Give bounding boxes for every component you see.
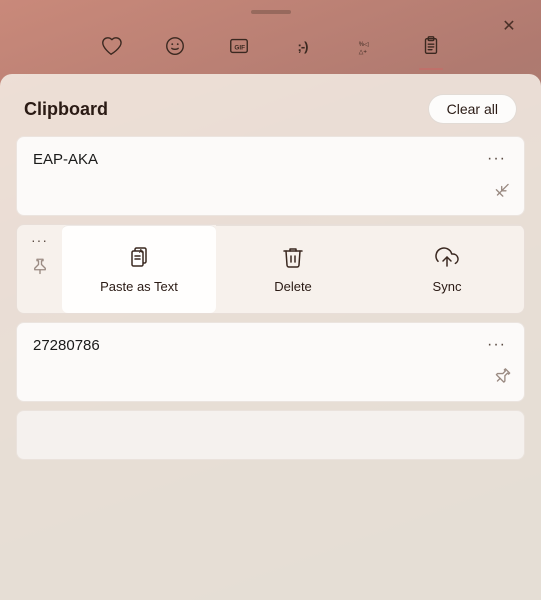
delete-label: Delete [274,279,312,294]
delete-icon [281,245,305,273]
left-controls: ··· [17,225,62,313]
clipboard-list: EAP-AKA ··· ··· [0,136,541,600]
tab-bar: GIF ;-) %◁ △+ [0,20,541,66]
clipboard-item-1: EAP-AKA ··· [16,136,525,216]
svg-text:%◁: %◁ [358,42,368,48]
clip-card-top-1: EAP-AKA ··· [33,151,508,168]
tab-clipboard[interactable] [413,28,449,64]
clipboard-header: Clipboard Clear all [0,74,541,136]
close-button[interactable]: ✕ [495,12,523,40]
more-options-button-2[interactable]: ··· [29,233,50,247]
tab-kaomoji[interactable]: ;-) [285,28,321,64]
expanded-actions: A Paste as Text [62,225,524,313]
sync-label: Sync [433,279,462,294]
clipboard-icon [420,35,442,57]
tab-symbols[interactable]: %◁ △+ [349,28,385,64]
clipboard-item-4 [16,410,525,460]
expanded-row: ··· [17,225,524,313]
paste-as-text-button[interactable]: A Paste as Text [62,225,216,313]
delete-button[interactable]: Delete [216,225,370,313]
sync-icon [435,245,459,273]
more-options-button-1[interactable]: ··· [485,151,508,167]
emoji-icon [164,35,186,57]
paste-as-text-label: Paste as Text [100,279,178,294]
tab-gif[interactable]: GIF [221,28,257,64]
heart-icon [100,35,122,57]
clipboard-item-3: 27280786 ··· [16,322,525,402]
pin-icon-3 [487,363,516,392]
symbols-icon: %◁ △+ [356,35,378,57]
paste-as-text-icon: A [127,245,151,273]
clip-text-1: EAP-AKA [33,151,98,168]
window: ✕ GIF ;-) [0,0,541,600]
main-content: Clipboard Clear all EAP-AKA ··· [0,74,541,600]
kaomoji-label: ;-) [298,39,308,54]
svg-text:A: A [139,249,143,255]
svg-text:GIF: GIF [234,45,245,52]
clipboard-title: Clipboard [24,99,108,120]
clip-card-top-3: 27280786 ··· [33,337,508,354]
pin-icon-1 [487,177,516,206]
tab-emoji[interactable] [157,28,193,64]
clipboard-item-2: ··· [16,224,525,314]
pin-icon-2 [31,257,49,280]
clip-text-3: 27280786 [33,337,100,354]
gif-icon: GIF [228,35,250,57]
more-options-button-3[interactable]: ··· [485,337,508,353]
drag-handle[interactable] [251,10,291,14]
tab-favorites[interactable] [93,28,129,64]
sync-button[interactable]: Sync [370,225,524,313]
svg-text:△+: △+ [358,49,367,55]
clear-all-button[interactable]: Clear all [428,94,517,124]
